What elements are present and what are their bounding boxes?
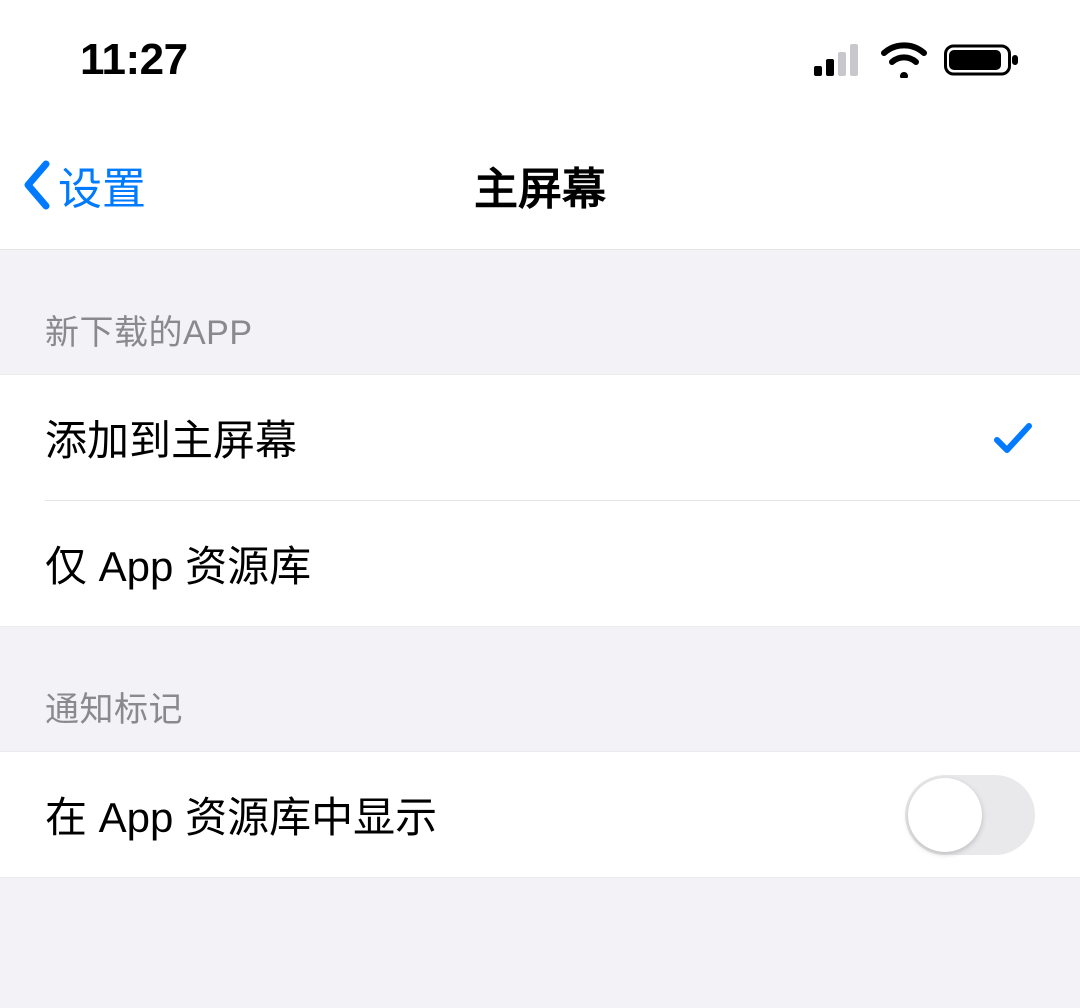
toggle-knob [908, 778, 982, 852]
wifi-icon [880, 42, 928, 78]
checkmark-icon [991, 416, 1035, 460]
back-button[interactable]: 设置 [0, 153, 146, 217]
nav-header: 设置 主屏幕 [0, 120, 1080, 250]
option-app-library-only[interactable]: 仅 App 资源库 [0, 501, 1080, 626]
toggle-show-in-app-library[interactable] [905, 775, 1035, 855]
status-icons [814, 42, 1020, 78]
status-bar: 11:27 [0, 0, 1080, 120]
status-time: 11:27 [80, 35, 188, 85]
cellular-signal-icon [814, 44, 864, 76]
chevron-left-icon [20, 160, 54, 210]
row-show-in-app-library: 在 App 资源库中显示 [0, 752, 1080, 877]
row-label: 添加到主屏幕 [45, 407, 297, 468]
option-add-to-home[interactable]: 添加到主屏幕 [0, 375, 1080, 500]
row-label: 仅 App 资源库 [45, 533, 311, 594]
section-header-new-apps: 新下载的APP [0, 250, 1080, 374]
battery-icon [944, 42, 1020, 78]
back-label: 设置 [58, 153, 146, 217]
section-header-notification-badges: 通知标记 [0, 627, 1080, 751]
row-label: 在 App 资源库中显示 [45, 784, 437, 845]
table-group-new-apps: 添加到主屏幕 仅 App 资源库 [0, 374, 1080, 627]
nav-title: 主屏幕 [474, 153, 606, 217]
table-group-notification-badges: 在 App 资源库中显示 [0, 751, 1080, 878]
